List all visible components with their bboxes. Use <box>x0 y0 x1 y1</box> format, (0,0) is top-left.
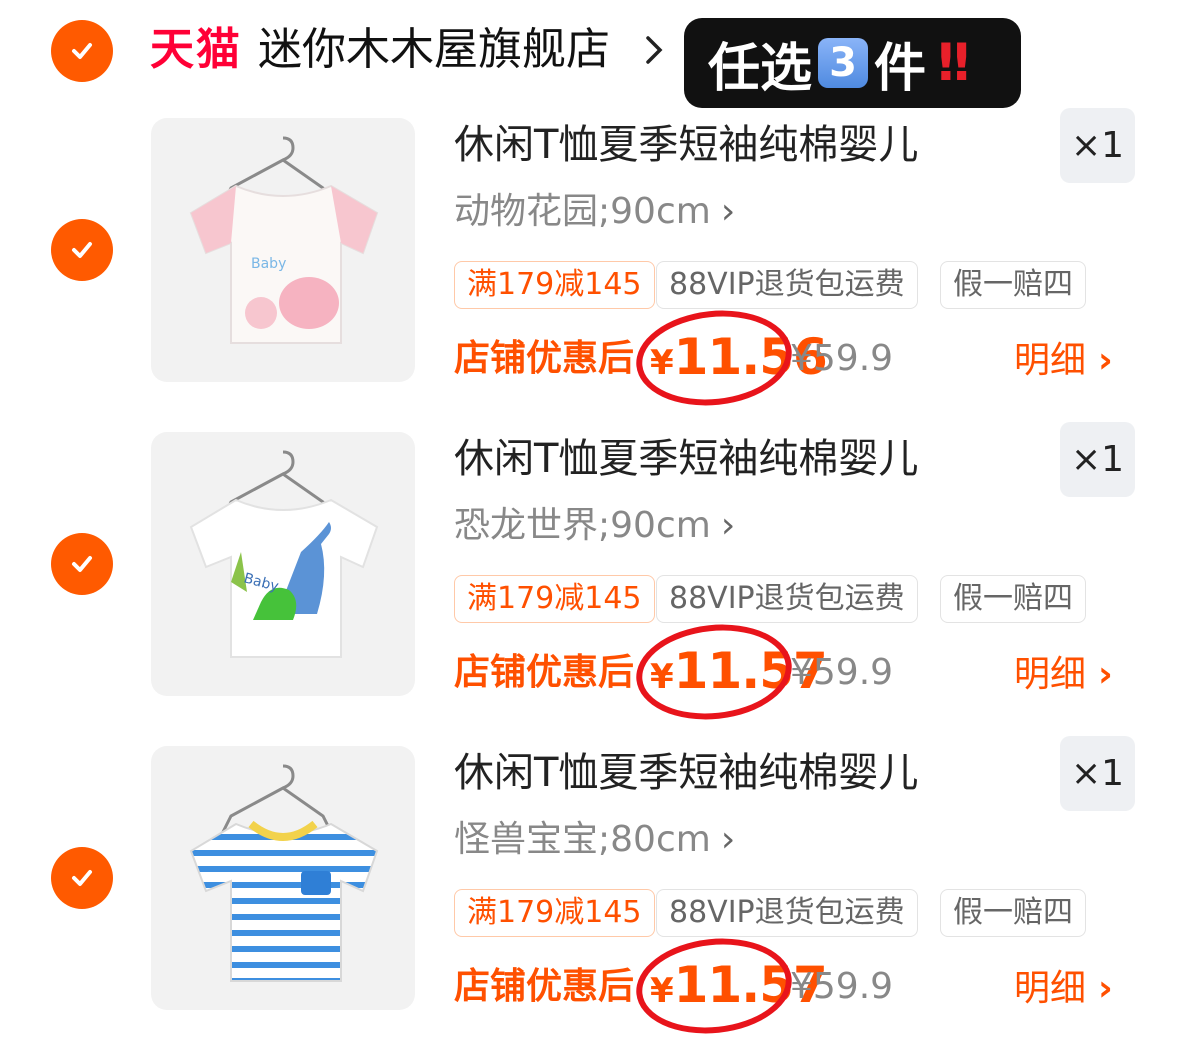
product-title[interactable]: 休闲T恤夏季短袖纯棉婴儿 <box>454 119 918 171</box>
price-label: 店铺优惠后 <box>454 652 635 693</box>
tmall-logo: 天猫 <box>150 24 242 75</box>
striped-tshirt-icon <box>189 764 379 982</box>
price-label: 店铺优惠后 <box>454 966 635 1007</box>
quantity-button[interactable]: ×1 <box>1060 736 1135 811</box>
check-icon <box>72 870 92 886</box>
chevron-right-icon[interactable] <box>640 30 670 70</box>
chevron-right-icon: › <box>720 191 736 232</box>
sku-label: 动物花园;90cm <box>454 191 711 232</box>
promo-text: 任选 <box>708 38 813 99</box>
chevron-right-icon: › <box>1098 340 1113 381</box>
price-label: 店铺优惠后 <box>454 338 635 379</box>
product-thumbnail[interactable]: Baby <box>151 118 415 382</box>
discount-tag: 满179减145 <box>454 575 655 623</box>
original-price: ¥59.9 <box>790 338 894 379</box>
product-title[interactable]: 休闲T恤夏季短袖纯棉婴儿 <box>454 747 918 799</box>
product-thumbnail[interactable] <box>151 746 415 1010</box>
sku-selector[interactable]: 动物花园;90cm › <box>454 189 735 235</box>
dinosaur-tshirt-icon: Baby <box>189 450 379 658</box>
chevron-right-icon: › <box>720 819 736 860</box>
detail-link[interactable]: 明细 › <box>1014 965 1113 1013</box>
chevron-right-icon: › <box>720 505 736 546</box>
item-checkbox[interactable] <box>51 847 113 909</box>
guarantee-tag: 假一赔四 <box>940 261 1086 309</box>
chevron-right-icon: › <box>1098 654 1113 695</box>
product-thumbnail[interactable]: Baby <box>151 432 415 696</box>
detail-link[interactable]: 明细 › <box>1014 651 1113 699</box>
original-price: ¥59.9 <box>790 966 894 1007</box>
svg-text:Baby: Baby <box>251 256 286 272</box>
sku-label: 怪兽宝宝;80cm <box>454 819 711 860</box>
store-name-link[interactable]: 迷你木木屋旗舰店 <box>258 22 610 78</box>
sku-selector[interactable]: 恐龙世界;90cm › <box>454 503 735 549</box>
product-title[interactable]: 休闲T恤夏季短袖纯棉婴儿 <box>454 433 918 485</box>
detail-label: 明细 <box>1014 340 1087 381</box>
promo-text-suffix: 件 <box>874 38 927 99</box>
discount-tag: 满179减145 <box>454 889 655 937</box>
item-checkbox[interactable] <box>51 219 113 281</box>
discount-tag: 满179减145 <box>454 261 655 309</box>
promo-annotation: 任选 3 件 !! <box>684 18 1021 108</box>
return-shipping-tag: 88VIP退货包运费 <box>656 889 918 937</box>
check-icon <box>72 242 92 258</box>
cart-item: 休闲T恤夏季短袖纯棉婴儿 ×1 怪兽宝宝;80cm › 满179减145 88VI… <box>0 733 1179 1047</box>
double-exclamation-icon: !! <box>934 33 974 93</box>
keycap-number-icon: 3 <box>818 38 869 88</box>
guarantee-tag: 假一赔四 <box>940 575 1086 623</box>
original-price: ¥59.9 <box>790 652 894 693</box>
item-checkbox[interactable] <box>51 533 113 595</box>
pink-animal-tshirt-icon: Baby <box>189 136 379 344</box>
sku-selector[interactable]: 怪兽宝宝;80cm › <box>454 817 735 863</box>
quantity-button[interactable]: ×1 <box>1060 422 1135 497</box>
return-shipping-tag: 88VIP退货包运费 <box>656 261 918 309</box>
check-icon <box>72 556 92 572</box>
detail-label: 明细 <box>1014 654 1087 695</box>
guarantee-tag: 假一赔四 <box>940 889 1086 937</box>
detail-link[interactable]: 明细 › <box>1014 337 1113 385</box>
cart-item: Baby 休闲T恤夏季短袖纯棉婴儿 ×1 恐龙世界;90cm › 满179减145… <box>0 419 1179 733</box>
sku-label: 恐龙世界;90cm <box>454 505 711 546</box>
return-shipping-tag: 88VIP退货包运费 <box>656 575 918 623</box>
cart-item: Baby 休闲T恤夏季短袖纯棉婴儿 ×1 动物花园;90cm › 满179减145… <box>0 105 1179 419</box>
quantity-button[interactable]: ×1 <box>1060 108 1135 183</box>
store-header: 天猫 迷你木木屋旗舰店 任选 3 件 !! <box>0 0 1179 108</box>
detail-label: 明细 <box>1014 968 1087 1009</box>
chevron-right-icon: › <box>1098 968 1113 1009</box>
store-checkbox[interactable] <box>51 20 113 82</box>
check-icon <box>72 43 92 59</box>
